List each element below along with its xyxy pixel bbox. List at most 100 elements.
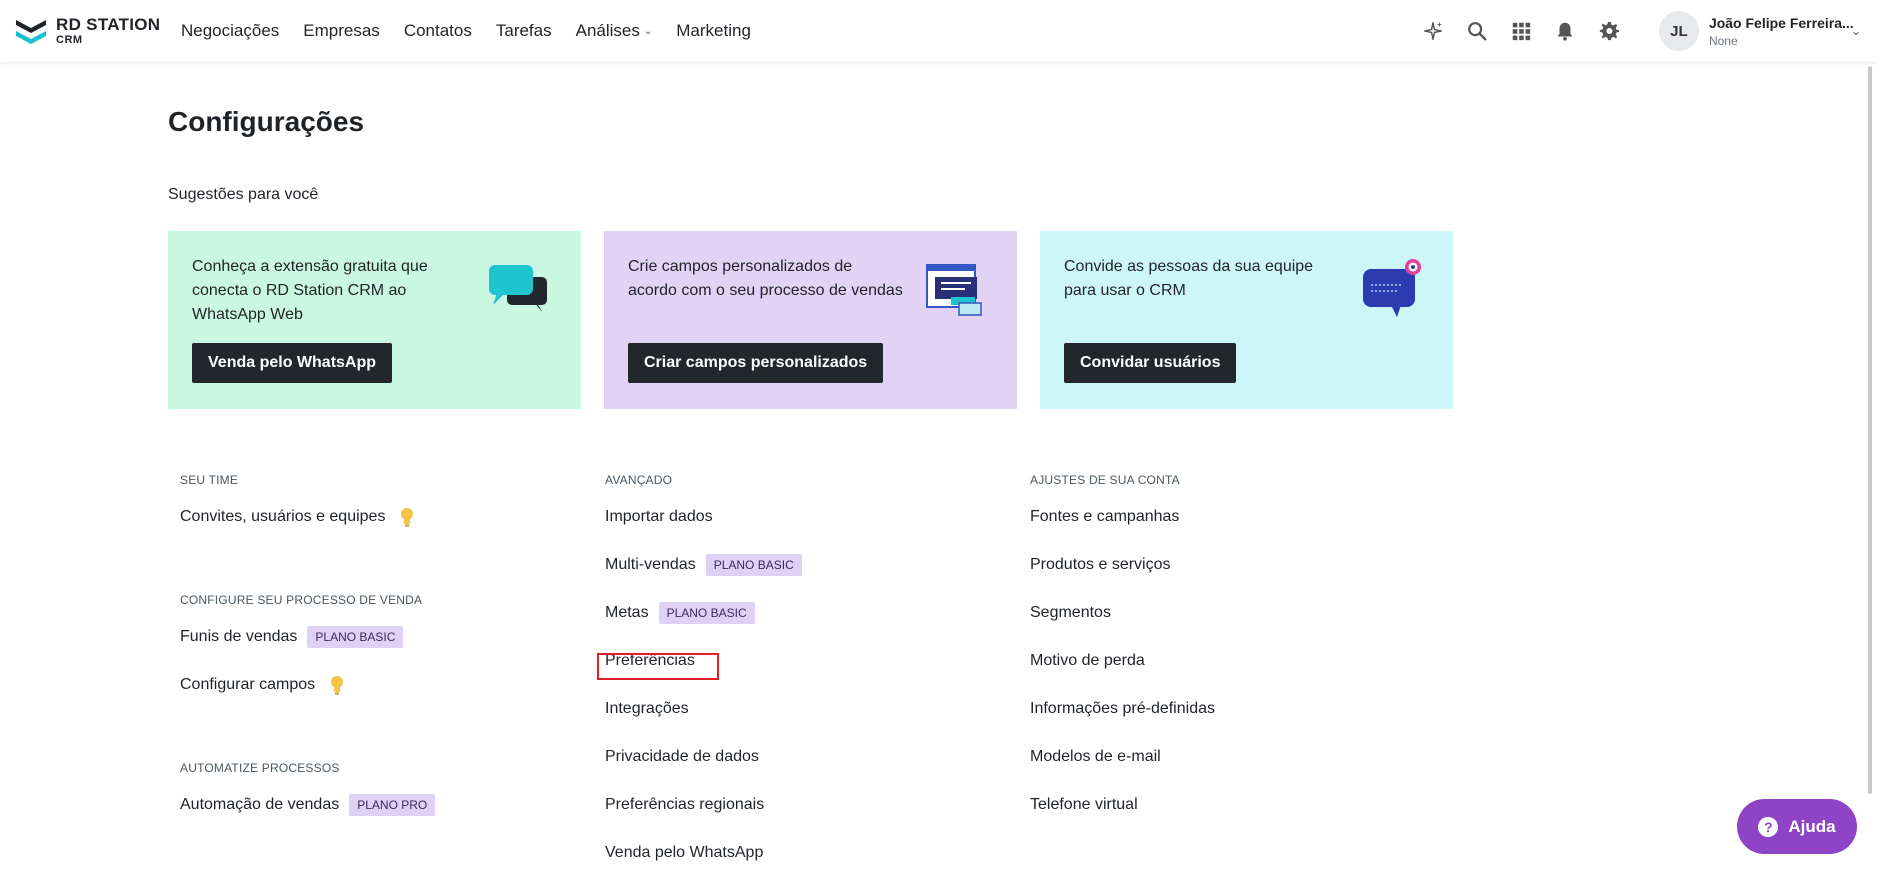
link-label: Informações pré-definidas [1030, 700, 1215, 717]
nav-negociacoes[interactable]: Negociações [181, 21, 279, 41]
link-privacidade-de-dados[interactable]: Privacidade de dados [605, 733, 985, 781]
help-button[interactable]: ? Ajuda [1737, 799, 1857, 854]
link-importar-dados[interactable]: Importar dados [605, 493, 985, 541]
link-label: Privacidade de dados [605, 748, 759, 765]
chevron-down-icon: ⌄ [1850, 24, 1861, 38]
section-title: AJUSTES DE SUA CONTA [1030, 473, 1180, 487]
nav-marketing[interactable]: Marketing [676, 21, 751, 41]
chat-bubbles-illustration [489, 265, 547, 313]
link-label: Venda pelo WhatsApp [605, 844, 764, 861]
suggestion-card-convidar: Convide as pessoas da sua equipe para us… [1040, 231, 1453, 409]
lightbulb-icon [401, 508, 414, 527]
form-fields-illustration [926, 264, 982, 316]
link-venda-pelo-whatsapp[interactable]: Venda pelo WhatsApp [605, 829, 985, 877]
nav-tarefas-label: Tarefas [495, 21, 552, 40]
user-subtitle: None [1708, 33, 1738, 48]
plan-badge: PLANO BASIC [658, 602, 755, 624]
card-text: Conheça a extensão gratuita que conecta … [192, 258, 428, 323]
link-convites-usuarios-equipes[interactable]: Convites, usuários e equipes [180, 493, 560, 541]
section-title: SEU TIME [180, 473, 239, 487]
link-label: Fontes e campanhas [1030, 508, 1180, 525]
card-text: Crie campos personalizados de acordo com… [628, 258, 903, 299]
suggestions-title: Sugestões para você [168, 186, 319, 203]
link-label: Telefone virtual [1030, 796, 1138, 813]
link-modelos-de-email[interactable]: Modelos de e-mail [1030, 733, 1410, 781]
nav-analises-label: Análises [575, 21, 640, 40]
section-automatize-processos: AUTOMATIZE PROCESSOS Automação de vendas… [180, 761, 560, 829]
lightbulb-icon [331, 676, 344, 695]
page-title: Configurações [168, 106, 365, 137]
link-produtos-e-servicos[interactable]: Produtos e serviços [1030, 541, 1410, 589]
section-title: AVANÇADO [605, 473, 673, 487]
link-label: Preferências regionais [605, 796, 765, 813]
venda-whatsapp-button[interactable]: Venda pelo WhatsApp [192, 343, 393, 383]
link-funis-de-vendas[interactable]: Funis de vendas PLANO BASIC [180, 613, 560, 661]
chevron-down-icon: ⌄ [643, 25, 653, 37]
card-text: Convide as pessoas da sua equipe para us… [1064, 258, 1314, 299]
link-configurar-campos[interactable]: Configurar campos [180, 661, 560, 709]
brand-name: RD STATION [56, 15, 161, 34]
section-avancado: AVANÇADO Importar dados Multi-vendas PLAN… [605, 473, 985, 877]
nav-marketing-label: Marketing [676, 21, 751, 40]
nav-empresas-label: Empresas [303, 21, 380, 40]
section-title: CONFIGURE SEU PROCESSO DE VENDA [180, 593, 423, 607]
link-label: Convites, usuários e equipes [180, 508, 386, 525]
help-label: Ajuda [1788, 816, 1836, 836]
link-label: Preferências [605, 652, 695, 669]
link-preferencias[interactable]: Preferências [605, 637, 985, 685]
page-scrollbar[interactable] [1866, 62, 1874, 798]
link-label: Automação de vendas [180, 796, 340, 813]
nav-analises[interactable]: Análises ⌄ [576, 21, 653, 41]
section-title: AUTOMATIZE PROCESSOS [180, 761, 340, 775]
nav-contatos[interactable]: Contatos [404, 21, 472, 41]
link-label: Metas [605, 604, 649, 621]
brand-product: CRM [56, 34, 83, 46]
nav-contatos-label: Contatos [403, 21, 472, 40]
top-navigation-bar: RD STATION CRM Negociações Empresas Cont… [0, 0, 1877, 62]
scrollbar-thumb[interactable] [1868, 66, 1872, 794]
link-telefone-virtual[interactable]: Telefone virtual [1030, 781, 1410, 829]
link-integracoes[interactable]: Integrações [605, 685, 985, 733]
rd-station-logo[interactable]: RD STATION CRM [14, 14, 164, 48]
section-seu-time: SEU TIME Convites, usuários e equipes [180, 473, 560, 541]
apps-grid-icon[interactable] [1509, 19, 1533, 43]
section-processo-venda: CONFIGURE SEU PROCESSO DE VENDA Funis de… [180, 593, 560, 709]
search-icon[interactable] [1465, 19, 1489, 43]
link-metas[interactable]: Metas PLANO BASIC [605, 589, 985, 637]
link-multi-vendas[interactable]: Multi-vendas PLANO BASIC [605, 541, 985, 589]
avatar: JL [1658, 11, 1699, 51]
user-name: João Felipe Ferreira... [1708, 14, 1854, 31]
criar-campos-button[interactable]: Criar campos personalizados [628, 343, 884, 383]
link-label: Produtos e serviços [1030, 556, 1171, 573]
link-segmentos[interactable]: Segmentos [1030, 589, 1410, 637]
suggestion-card-whatsapp: Conheça a extensão gratuita que conecta … [168, 231, 581, 409]
convidar-usuarios-button[interactable]: Convidar usuários [1064, 343, 1237, 383]
plan-badge: PLANO PRO [349, 794, 436, 816]
nav-empresas[interactable]: Empresas [303, 21, 380, 41]
bell-icon[interactable] [1553, 19, 1577, 43]
rd-station-logo-mark [16, 20, 46, 44]
link-motivo-de-perda[interactable]: Motivo de perda [1030, 637, 1410, 685]
link-informacoes-pre-definidas[interactable]: Informações pré-definidas [1030, 685, 1410, 733]
link-label: Multi-vendas [605, 556, 696, 573]
plan-badge: PLANO BASIC [705, 554, 802, 576]
link-label: Integrações [605, 700, 689, 717]
sparkle-icon[interactable] [1421, 19, 1445, 43]
invite-chat-illustration [1363, 259, 1421, 317]
link-label: Segmentos [1030, 604, 1111, 621]
user-menu[interactable]: JL João Felipe Ferreira... None ⌄ [1658, 11, 1861, 51]
link-label: Motivo de perda [1030, 652, 1145, 669]
question-icon: ? [1758, 816, 1779, 837]
link-label: Configurar campos [180, 676, 316, 693]
gear-icon[interactable] [1597, 19, 1621, 43]
link-fontes-e-campanhas[interactable]: Fontes e campanhas [1030, 493, 1410, 541]
nav-tarefas[interactable]: Tarefas [496, 21, 552, 41]
link-label: Importar dados [605, 508, 713, 525]
main-nav: Negociações Empresas Contatos Tarefas An… [181, 0, 775, 62]
suggestion-card-campos: Crie campos personalizados de acordo com… [604, 231, 1017, 409]
plan-badge: PLANO BASIC [307, 626, 404, 648]
nav-negociacoes-label: Negociações [181, 21, 280, 40]
section-ajustes-conta: AJUSTES DE SUA CONTA Fontes e campanhas … [1030, 473, 1410, 829]
link-automacao-de-vendas[interactable]: Automação de vendas PLANO PRO [180, 781, 560, 829]
link-preferencias-regionais[interactable]: Preferências regionais [605, 781, 985, 829]
